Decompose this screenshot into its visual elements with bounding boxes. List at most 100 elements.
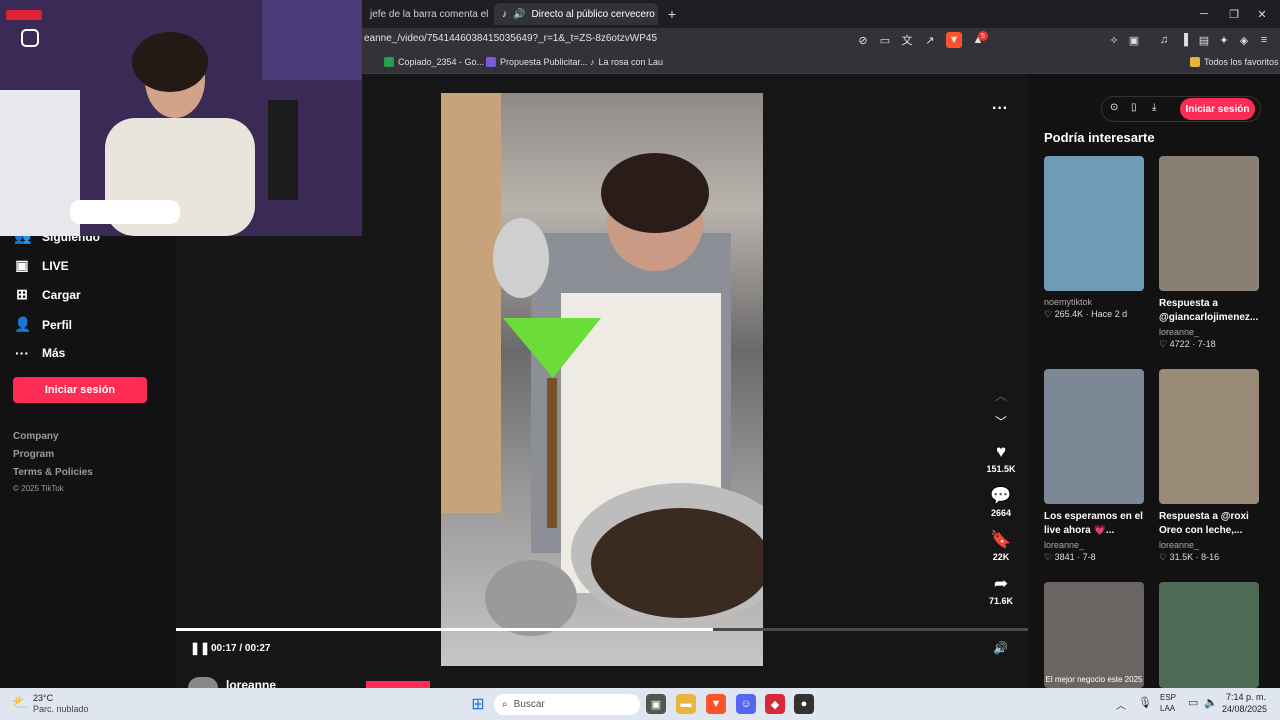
webcam-overlay: [0, 0, 362, 236]
nav-upload[interactable]: ⊞ Cargar: [14, 286, 81, 303]
footer-program[interactable]: Program: [13, 449, 54, 460]
brave-icon[interactable]: ▼: [706, 694, 726, 714]
tab-inactive[interactable]: jefe de la barra comenta el pase de: [362, 3, 490, 25]
phone-icon[interactable]: ▯: [1131, 102, 1137, 113]
bookmark-3[interactable]: ♪ La rosa con Lau: [590, 57, 663, 67]
tab-active[interactable]: ♪ 🔊 Directo al público cervecero ✕: [494, 3, 658, 25]
mic-icon[interactable]: 🎙: [1138, 696, 1152, 709]
rec-thumbnail: [1044, 156, 1144, 291]
heart-icon: ♥: [995, 442, 1007, 461]
weather-desc: Parc. nublado: [33, 704, 89, 714]
close-window-button[interactable]: ✕: [1252, 4, 1272, 24]
rec-thumbnail: [1159, 156, 1259, 291]
nav-live[interactable]: ▣ LIVE: [14, 257, 68, 274]
vpn-icon[interactable]: ◈: [1236, 32, 1252, 48]
more-icon: ···: [15, 345, 29, 361]
music-icon[interactable]: ♫: [1156, 32, 1172, 48]
compass-icon[interactable]: ⊙: [1110, 102, 1118, 113]
app-icon[interactable]: ◆: [765, 694, 785, 714]
follow-button[interactable]: [366, 681, 430, 688]
network-icon[interactable]: ▭: [1188, 696, 1198, 709]
rec-card[interactable]: Los esperamos en el live ahora 💗... lore…: [1044, 369, 1144, 563]
instagram-icon: [21, 29, 39, 47]
share-action[interactable]: ➦ 71.6K: [981, 574, 1021, 606]
like-action[interactable]: ♥ 151.5K: [981, 442, 1021, 474]
drive-icon: [384, 57, 394, 67]
nav-profile[interactable]: 👤 Perfil: [14, 316, 72, 333]
reader-icon[interactable]: ▣: [1126, 32, 1142, 48]
minimize-button[interactable]: ─: [1194, 4, 1214, 24]
footer-terms[interactable]: Terms & Policies: [13, 467, 93, 478]
rec-thumbnail: [1159, 369, 1259, 504]
discord-icon[interactable]: ☺: [736, 694, 756, 714]
rec-card[interactable]: El mejor negocio este 2025: [1044, 582, 1144, 688]
lang-secondary: LAA: [1160, 704, 1176, 713]
person-icon: 👤: [14, 316, 32, 332]
clock-time[interactable]: 7:14 p. m.: [1226, 692, 1266, 702]
weather-icon[interactable]: ⛅: [12, 694, 29, 711]
rec-card[interactable]: [1159, 582, 1259, 688]
pause-icon[interactable]: ❚❚: [190, 641, 210, 655]
translate-icon[interactable]: 文: [899, 32, 915, 48]
rec-thumbnail: [1159, 582, 1259, 688]
download-icon[interactable]: ⤓: [1152, 102, 1156, 113]
tiktok-icon: ♪: [502, 8, 507, 20]
comment-action[interactable]: 💬 2664: [981, 486, 1021, 518]
nav-more[interactable]: ··· Más: [14, 345, 65, 361]
new-tab-button[interactable]: +: [662, 4, 682, 24]
video-scene: [441, 93, 763, 636]
no-tracking-icon[interactable]: ⊘: [855, 32, 871, 48]
comment-icon: 💬: [990, 486, 1012, 505]
bookmark-2[interactable]: Propuesta Publicitar...: [486, 57, 588, 67]
rec-thumbnail: El mejor negocio este 2025: [1044, 582, 1144, 688]
sidebar-icon[interactable]: ▐: [1176, 32, 1192, 48]
obs-icon[interactable]: ●: [794, 694, 814, 714]
brave-shield-icon[interactable]: ▼: [946, 32, 962, 48]
search-icon: ⌕: [502, 699, 508, 710]
weather-temp: 23°C: [33, 693, 54, 703]
chevron-up-icon[interactable]: ︿: [995, 387, 1007, 404]
file-explorer-icon[interactable]: ▬: [676, 694, 696, 714]
rec-card[interactable]: Respuesta a @roxi Oreo con leche,... lor…: [1159, 369, 1259, 563]
live-icon: ▣: [15, 257, 29, 273]
extensions-icon[interactable]: ✧: [1106, 32, 1122, 48]
share-icon[interactable]: ↗: [922, 32, 938, 48]
leo-icon[interactable]: ✦: [1216, 32, 1232, 48]
bookmark-1[interactable]: Copiado_2354 - Go...: [384, 57, 484, 67]
url-field[interactable]: eanne_/video/7541446038415035649?_r=1&_t…: [364, 33, 657, 44]
all-favorites[interactable]: Todos los favoritos: [1190, 57, 1279, 67]
menu-icon[interactable]: ≡: [1256, 32, 1272, 48]
progress-fill: [176, 628, 713, 631]
more-options-icon[interactable]: ···: [992, 100, 1008, 118]
login-button[interactable]: Iniciar sesión: [13, 377, 147, 403]
lang-primary[interactable]: ESP: [1160, 693, 1176, 702]
taskbar-search[interactable]: ⌕ Buscar: [494, 694, 640, 715]
clock-date: 24/08/2025: [1222, 704, 1268, 714]
author-name[interactable]: loreanne: [226, 678, 276, 688]
volume-icon[interactable]: 🔊: [993, 641, 1008, 655]
windows-start-icon[interactable]: ⊞: [468, 694, 488, 714]
wallet-icon[interactable]: ▤: [1196, 32, 1212, 48]
task-view-icon[interactable]: ▣: [646, 694, 666, 714]
login-top-button[interactable]: Iniciar sesión: [1180, 98, 1255, 120]
copyright: © 2025 TikTok: [13, 484, 64, 493]
bookmark-icon: 🔖: [990, 530, 1012, 549]
volume-tray-icon[interactable]: 🔈: [1204, 696, 1218, 709]
recording-badge: [6, 10, 42, 20]
rec-card[interactable]: Respuesta a @giancarlojimenez... loreann…: [1159, 156, 1259, 350]
tray-chevron-icon[interactable]: ︿: [1116, 697, 1126, 712]
author-avatar[interactable]: [188, 677, 218, 688]
shield-badge: 5: [978, 31, 988, 41]
recommendations-title: Podría interesarte: [1044, 130, 1155, 145]
plus-box-icon: ⊞: [16, 286, 28, 302]
video-frame[interactable]: [441, 93, 763, 666]
rec-card[interactable]: noemytiktok ♡ 265.4K · Hace 2 d: [1044, 156, 1144, 320]
tiktok-icon: ♪: [590, 57, 595, 67]
share-arrow-icon: ➦: [993, 574, 1009, 593]
footer-company[interactable]: Company: [13, 431, 59, 442]
save-action[interactable]: 🔖 22K: [981, 530, 1021, 562]
chevron-down-icon[interactable]: ﹀: [995, 413, 1007, 430]
folder-icon: [1190, 57, 1200, 67]
restore-button[interactable]: ❐: [1224, 4, 1244, 24]
cast-icon[interactable]: ▭: [877, 32, 893, 48]
